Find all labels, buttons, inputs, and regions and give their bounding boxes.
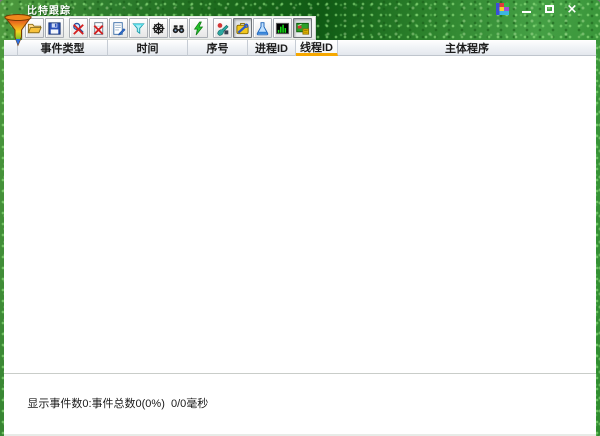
- save-icon: [48, 21, 61, 35]
- capture-bolt-button[interactable]: [189, 18, 208, 38]
- save-button[interactable]: [45, 18, 64, 38]
- filter-edit-icon: [113, 21, 126, 35]
- flask-icon: [256, 21, 269, 35]
- close-button[interactable]: ×: [566, 1, 578, 17]
- status-bar: 显示事件数0:事件总数0(0%) 0/0毫秒: [4, 373, 596, 434]
- tools-icon: [217, 22, 229, 36]
- tray-mosaic-icon[interactable]: [496, 3, 509, 15]
- column-header-seq[interactable]: 序号: [188, 40, 248, 56]
- window-title: 比特跟踪: [27, 6, 71, 17]
- app-logo-funnel-icon: [3, 14, 32, 47]
- close-icon: ×: [566, 1, 578, 17]
- filter-icon: [132, 22, 145, 34]
- capture-stop-button[interactable]: [69, 18, 88, 38]
- column-header-time[interactable]: 时间: [108, 40, 188, 56]
- screen-icon: [296, 22, 310, 35]
- clear-events-icon: [93, 21, 104, 35]
- find-button[interactable]: [169, 18, 188, 38]
- filter-button[interactable]: [129, 18, 148, 38]
- window-controls: ×: [496, 1, 578, 17]
- chart-button[interactable]: [273, 18, 292, 38]
- status-text: 显示事件数0:事件总数0(0%) 0/0毫秒: [27, 398, 209, 410]
- clear-events-button[interactable]: [89, 18, 108, 38]
- chart-icon: [275, 22, 290, 34]
- titlebar[interactable]: 比特跟踪 ×: [0, 0, 600, 18]
- toolbox-icon: [236, 22, 249, 34]
- filter-edit-button[interactable]: [109, 18, 128, 38]
- wheel-button[interactable]: [149, 18, 168, 38]
- event-list[interactable]: [4, 56, 596, 373]
- column-header-process-id[interactable]: 进程ID: [248, 40, 296, 56]
- column-header-program[interactable]: 主体程序: [338, 40, 596, 56]
- tools-button[interactable]: [213, 18, 232, 38]
- minimize-button[interactable]: [520, 4, 532, 15]
- column-header-row: 事件类型 时间 序号 进程ID 线程ID 主体程序: [4, 40, 596, 56]
- maximize-icon: [544, 5, 554, 13]
- app-window: 比特跟踪 × 事件类型 时间 序号 进程ID 线程ID 主体程序 显示事件数0:…: [0, 0, 600, 436]
- maximize-button[interactable]: [543, 4, 555, 15]
- find-icon: [172, 24, 185, 33]
- wheel-icon: [152, 22, 165, 34]
- column-header-thread-id[interactable]: 线程ID: [296, 40, 338, 56]
- toolbox-button[interactable]: [233, 18, 252, 38]
- screen-button[interactable]: [293, 18, 312, 38]
- flask-button[interactable]: [253, 18, 272, 38]
- capture-stop-icon: [73, 22, 84, 35]
- capture-bolt-icon: [193, 21, 204, 35]
- minimize-icon: [521, 10, 531, 13]
- toolbar: [22, 16, 316, 40]
- main-panel: 事件类型 时间 序号 进程ID 线程ID 主体程序 显示事件数0:事件总数0(0%) 0/…: [4, 40, 596, 434]
